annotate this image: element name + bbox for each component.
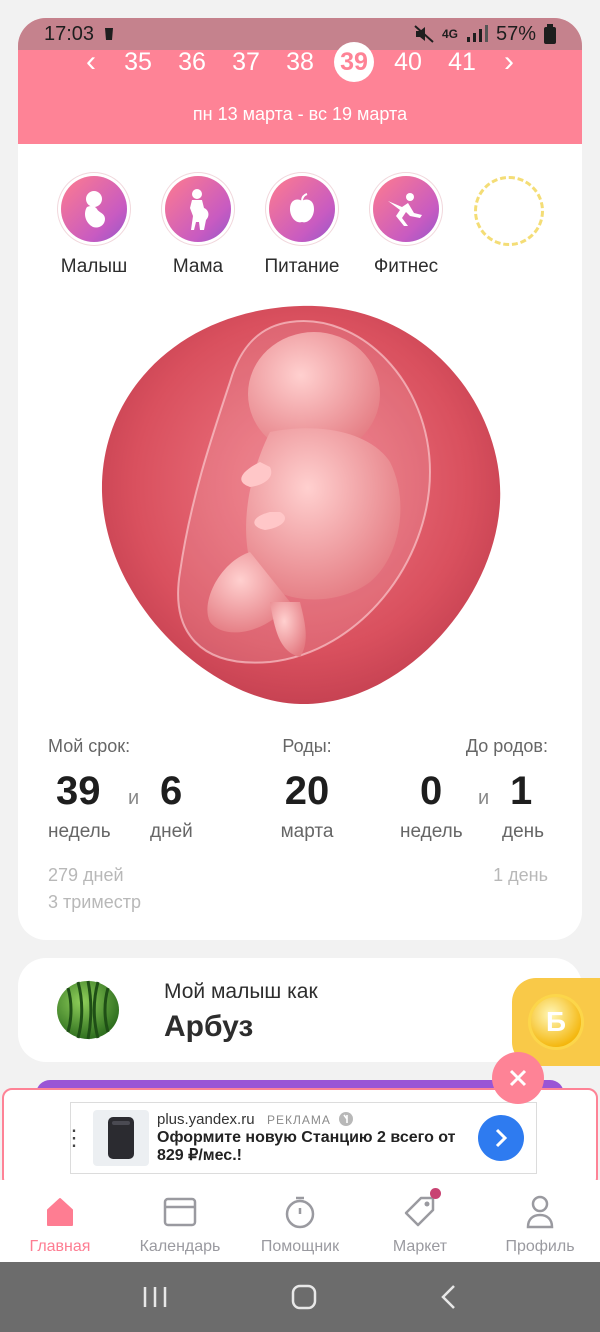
term-days-value: 6 [160, 769, 183, 813]
watermelon-icon [57, 980, 119, 1040]
nav-label: Календарь [139, 1238, 221, 1255]
remaining-total: 1 день [493, 865, 548, 885]
total-days: 279 дней [48, 865, 124, 885]
category-fitness[interactable]: Фитнес [364, 176, 448, 278]
remaining-column: До родов: 0 и 1 недель день 1 день [400, 736, 548, 886]
week-date-range: пн 13 марта - вс 19 марта [192, 104, 408, 124]
apple-icon [269, 176, 335, 242]
close-ad-button[interactable] [492, 1052, 544, 1104]
coin-icon: Ƃ [531, 997, 581, 1047]
birth-column: Роды: 20 марта [272, 736, 342, 843]
home-button-icon[interactable] [291, 1284, 317, 1310]
bottom-navigation: Главная Календарь Помощник Маркет Профил… [0, 1180, 600, 1262]
prev-week-button[interactable]: ‹ [78, 45, 104, 79]
nav-label: Главная [29, 1238, 91, 1255]
baby-size-fruit: Арбуз [164, 1010, 254, 1043]
birth-month: марта [280, 821, 334, 842]
timer-icon [285, 1196, 315, 1229]
nav-label: Маркет [392, 1238, 448, 1255]
category-nutrition[interactable]: Питание [260, 176, 344, 278]
back-icon[interactable] [440, 1284, 458, 1310]
ad-domain: plus.yandex.ru [157, 1111, 255, 1128]
remaining-weeks-unit: недель [400, 821, 463, 842]
calendar-icon [163, 1197, 197, 1227]
remaining-and: и [478, 787, 490, 809]
term-and: и [128, 787, 140, 809]
nav-label: Помощник [260, 1238, 340, 1255]
category-row: Малыш Мама Питание Фитнес [52, 176, 552, 278]
nav-calendar[interactable]: Календарь [120, 1180, 240, 1262]
battery-icon [544, 24, 556, 44]
week-35[interactable]: 35 [118, 42, 158, 82]
network-label: 4G [441, 27, 458, 41]
ad-text: plus.yandex.ru РЕКЛАМА Оформите новую Ст… [157, 1111, 478, 1165]
close-icon [509, 1069, 527, 1087]
signal-icon [466, 25, 488, 42]
pregnant-woman-icon [165, 176, 231, 242]
category-placeholder[interactable] [468, 176, 552, 278]
fetus-illustration [101, 305, 501, 705]
nav-market[interactable]: Маркет [360, 1180, 480, 1262]
nav-assistant[interactable]: Помощник [240, 1180, 360, 1262]
term-days-unit: дней [150, 821, 193, 842]
week-37[interactable]: 37 [226, 42, 266, 82]
week-36[interactable]: 36 [172, 42, 212, 82]
remaining-label: До родов: [465, 736, 548, 756]
trimester-label: 3 триместр [48, 892, 141, 912]
category-label: Мама [172, 256, 224, 277]
system-navigation-bar [0, 1262, 600, 1332]
ad-banner: ⋮ plus.yandex.ru РЕКЛАМА Оформите новую … [2, 1088, 598, 1188]
chevron-right-icon [495, 1128, 508, 1148]
category-mom[interactable]: Мама [156, 176, 240, 278]
week-38[interactable]: 38 [280, 42, 320, 82]
profile-icon [526, 1195, 554, 1229]
nav-home[interactable]: Главная [0, 1180, 120, 1262]
category-baby[interactable]: Малыш [52, 176, 136, 278]
notification-icon [105, 28, 114, 40]
pregnancy-card: Малыш Мама Питание Фитнес Мой срок: 39 и… [18, 144, 582, 940]
remaining-days-unit: день [502, 821, 545, 842]
week-selector: ‹ 35 36 37 38 39 40 41 › [18, 42, 582, 82]
mute-icon [414, 25, 434, 43]
empty-slot-icon [474, 176, 544, 246]
speaker-product-image [93, 1110, 149, 1166]
term-column: Мой срок: 39 и 6 недель дней 279 дней 3 … [48, 736, 208, 913]
remaining-weeks-value: 0 [420, 769, 443, 813]
next-week-button[interactable]: › [496, 45, 522, 79]
fitness-icon [373, 176, 439, 242]
recent-apps-icon[interactable] [142, 1285, 168, 1309]
ad-open-button[interactable] [478, 1115, 524, 1161]
week-40[interactable]: 40 [388, 42, 428, 82]
notification-dot [430, 1188, 441, 1199]
baby-size-card[interactable]: Мой малыш как Арбуз [18, 958, 582, 1062]
remaining-days-value: 1 [510, 769, 533, 813]
category-label: Питание [264, 256, 340, 277]
term-weeks-unit: недель [48, 821, 111, 842]
category-label: Малыш [60, 256, 128, 277]
week-39-selected[interactable]: 39 [334, 42, 374, 82]
birth-label: Роды: [282, 736, 332, 756]
ad-menu-icon[interactable]: ⋮ [63, 1125, 85, 1151]
fetus-icon [61, 176, 127, 242]
baby-size-subtitle: Мой малыш как [164, 980, 318, 1003]
nav-label: Профиль [505, 1238, 575, 1255]
week-41[interactable]: 41 [442, 42, 482, 82]
category-label: Фитнес [373, 256, 439, 277]
ad-title: Оформите новую Станцию 2 всего от 829 ₽/… [157, 1129, 456, 1164]
term-label: Мой срок: [48, 736, 131, 756]
home-icon [47, 1198, 73, 1226]
ad-card[interactable]: ⋮ plus.yandex.ru РЕКЛАМА Оформите новую … [63, 1102, 537, 1174]
nav-profile[interactable]: Профиль [480, 1180, 600, 1262]
birth-day: 20 [284, 769, 330, 813]
ad-label: РЕКЛАМА [267, 1113, 331, 1127]
term-weeks-value: 39 [56, 769, 101, 813]
tag-icon [404, 1196, 435, 1227]
yandex-icon [339, 1112, 354, 1126]
